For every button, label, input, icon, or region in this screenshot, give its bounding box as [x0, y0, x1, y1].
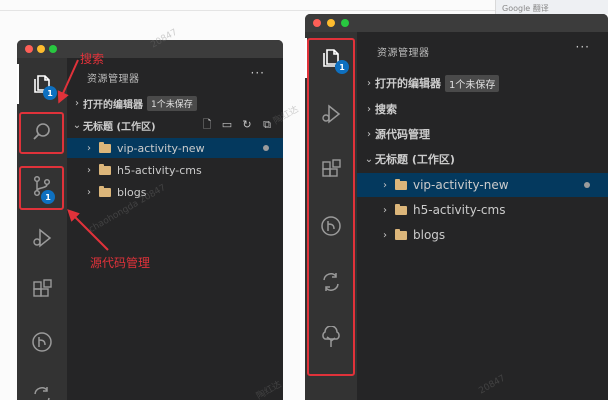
chevron-down-icon: ⌄ [364, 153, 374, 165]
workspace-label: 无标题 (工作区) [375, 153, 455, 166]
open-editors-label: 打开的编辑器 [83, 99, 143, 111]
activity-bar-highlight-box [307, 38, 355, 376]
chevron-right-icon: › [383, 179, 387, 191]
unsaved-pill: 1个未保存 [147, 95, 197, 111]
open-editors-label: 打开的编辑器 [375, 77, 441, 90]
folder-row[interactable]: › blogs [357, 223, 608, 247]
chevron-right-icon: › [383, 204, 387, 216]
maximize-window-button[interactable] [341, 19, 349, 27]
minimize-window-button[interactable] [327, 19, 335, 27]
workspace-section[interactable]: ⌄ 无标题 (工作区) [357, 148, 608, 170]
git-graph-icon [32, 332, 52, 352]
sidebar-title: 资源管理器 [377, 48, 430, 59]
folder-row[interactable]: › vip-activity-new [357, 173, 608, 197]
scm-highlight-box [19, 166, 64, 210]
folder-icon [99, 141, 111, 153]
activity-bar: 1 1 [17, 58, 67, 400]
git-graph-activity[interactable] [17, 322, 67, 362]
scm-section[interactable]: › 源代码管理 [357, 123, 608, 145]
chevron-down-icon: ⌄ [72, 119, 82, 131]
chevron-right-icon: › [367, 103, 371, 115]
workspace-label: 无标题 (工作区) [83, 121, 156, 133]
extensions-activity[interactable] [17, 270, 67, 310]
search-highlight-box [19, 112, 64, 154]
folder-icon [395, 178, 407, 190]
workspace-section[interactable]: ⌄ 无标题 (工作区) 🗋 ▭ ↻ ⧉ [67, 116, 283, 134]
folder-label: h5-activity-cms [413, 203, 506, 217]
chevron-right-icon: › [367, 77, 371, 89]
run-debug-icon [33, 228, 52, 248]
chevron-right-icon: › [87, 186, 91, 198]
folder-label: h5-activity-cms [117, 163, 202, 177]
title-bar [305, 14, 608, 32]
open-editors-section[interactable]: › 打开的编辑器 1个未保存 [357, 72, 608, 94]
chevron-right-icon: › [75, 97, 79, 109]
explorer-sidebar: 资源管理器 ··· › 打开的编辑器 1个未保存 › 搜索 › 源代码管理 ⌄ … [357, 32, 608, 400]
browser-tab[interactable]: Google 翻译 [495, 0, 608, 14]
chevron-right-icon: › [383, 229, 387, 241]
minimize-window-button[interactable] [37, 45, 45, 53]
chevron-right-icon: › [87, 142, 91, 154]
pull-request-activity[interactable] [17, 376, 67, 400]
scm-annotation-label: 源代码管理 [90, 256, 151, 270]
open-editors-section[interactable]: › 打开的编辑器 1个未保存 [67, 94, 283, 112]
folder-row[interactable]: › h5-activity-cms [67, 160, 283, 180]
folder-row[interactable]: › vip-activity-new [67, 138, 283, 158]
folder-label: vip-activity-new [413, 178, 509, 192]
extensions-icon [33, 279, 52, 297]
folder-label: blogs [413, 228, 446, 242]
folder-row[interactable]: › h5-activity-cms [357, 198, 608, 222]
new-file-icon[interactable]: 🗋 [201, 119, 213, 131]
search-section[interactable]: › 搜索 [357, 98, 608, 120]
explorer-badge: 1 [43, 86, 57, 100]
folder-label: vip-activity-new [117, 141, 205, 155]
close-window-button[interactable] [313, 19, 321, 27]
chevron-right-icon: › [367, 128, 371, 140]
folder-row[interactable]: › blogs [67, 182, 283, 202]
pull-request-icon [34, 387, 50, 400]
more-actions-button[interactable]: ··· [576, 40, 590, 54]
modified-dot [584, 182, 590, 188]
folder-icon [395, 203, 407, 215]
vscode-window-left: 1 1 资源管理器 ··· › 打开的编辑器 1个未保存 ⌄ 无标题 (工作区)… [17, 40, 283, 400]
explorer-activity[interactable]: 1 [17, 64, 67, 104]
workspace-toolbar: 🗋 ▭ ↻ ⧉ [201, 119, 273, 131]
new-folder-icon[interactable]: ▭ [221, 119, 233, 131]
modified-dot [263, 145, 269, 151]
maximize-window-button[interactable] [49, 45, 57, 53]
search-section-label: 搜索 [375, 103, 397, 116]
scm-section-label: 源代码管理 [375, 128, 430, 141]
unsaved-pill: 1个未保存 [445, 74, 500, 92]
search-annotation-label: 搜索 [80, 52, 105, 66]
sidebar-title: 资源管理器 [87, 74, 140, 85]
chevron-right-icon: › [87, 164, 91, 176]
run-debug-activity[interactable] [17, 218, 67, 258]
folder-icon [99, 185, 111, 197]
more-actions-button[interactable]: ··· [251, 66, 265, 80]
close-window-button[interactable] [25, 45, 33, 53]
collapse-all-icon[interactable]: ⧉ [261, 119, 273, 131]
folder-icon [395, 228, 407, 240]
refresh-icon[interactable]: ↻ [241, 119, 253, 131]
folder-icon [99, 163, 111, 175]
